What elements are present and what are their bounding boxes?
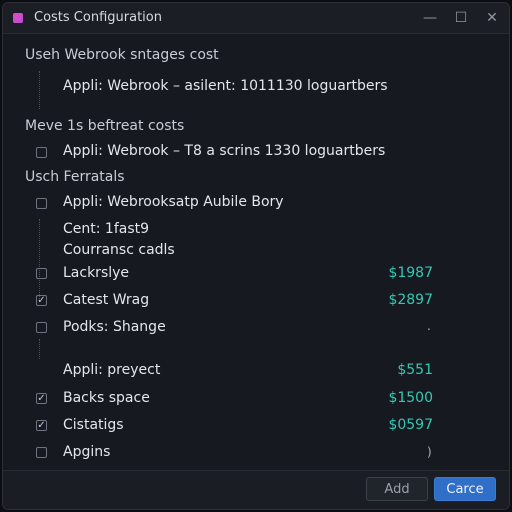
checkbox[interactable] xyxy=(36,198,47,209)
tree-guide-line xyxy=(39,339,40,359)
cancel-button[interactable]: Carce xyxy=(434,477,496,501)
checkbox[interactable] xyxy=(36,322,47,333)
item-label[interactable]: Backs space xyxy=(63,390,150,406)
close-icon[interactable]: ✕ xyxy=(481,7,503,29)
tree-guide-line xyxy=(39,219,40,299)
list-item[interactable]: Appli: Webrook – asilent: 1011130 loguar… xyxy=(63,78,388,94)
item-label[interactable]: Apgins xyxy=(63,444,110,460)
item-amount: $0597 xyxy=(388,417,433,433)
checkbox-checked[interactable]: ✓ xyxy=(36,393,47,404)
checkbox[interactable] xyxy=(36,268,47,279)
section-header: Meve 1s beftreat costs xyxy=(25,118,185,134)
item-amount: $551 xyxy=(397,362,433,378)
detail-text: Cent: 1fast9 xyxy=(63,221,150,237)
item-label[interactable]: Cistatigs xyxy=(63,417,124,433)
item-label[interactable]: Lackrslye xyxy=(63,265,129,281)
maximize-icon[interactable]: ☐ xyxy=(450,7,472,29)
detail-text: Courransc cadls xyxy=(63,242,175,258)
minimize-icon[interactable]: — xyxy=(419,7,441,29)
item-amount: $1987 xyxy=(388,265,433,281)
item-amount: $2897 xyxy=(388,292,433,308)
title-bar: Costs Configuration — ☐ ✕ xyxy=(3,3,509,34)
window-title: Costs Configuration xyxy=(34,10,162,25)
tree-guide-line xyxy=(39,71,40,109)
item-trail-mark: . xyxy=(427,319,431,333)
checkbox-checked[interactable]: ✓ xyxy=(36,420,47,431)
app-icon xyxy=(13,13,23,23)
item-label[interactable]: Catest Wrag xyxy=(63,292,149,308)
item-trail-mark: ) xyxy=(427,445,432,459)
list-item[interactable]: Appli: Webrooksatp Aubile Bory xyxy=(63,194,284,210)
dialog-footer: Add Carce xyxy=(3,470,509,509)
section-header: Usch Ferratals xyxy=(25,169,125,185)
list-item[interactable]: Appli: Webrook – T8 a scrins 1330 loguar… xyxy=(63,143,385,159)
config-window: Costs Configuration — ☐ ✕ Useh Webrook s… xyxy=(2,2,510,510)
content-area: Useh Webrook sntages cost Appli: Webrook… xyxy=(3,34,509,509)
add-button[interactable]: Add xyxy=(366,477,428,501)
item-label[interactable]: Podks: Shange xyxy=(63,319,166,335)
item-amount: $1500 xyxy=(388,390,433,406)
checkbox[interactable] xyxy=(36,147,47,158)
checkbox[interactable] xyxy=(36,447,47,458)
item-label[interactable]: Appli: preyect xyxy=(63,362,160,378)
checkbox-checked[interactable]: ✓ xyxy=(36,295,47,306)
section-header: Useh Webrook sntages cost xyxy=(25,47,219,63)
